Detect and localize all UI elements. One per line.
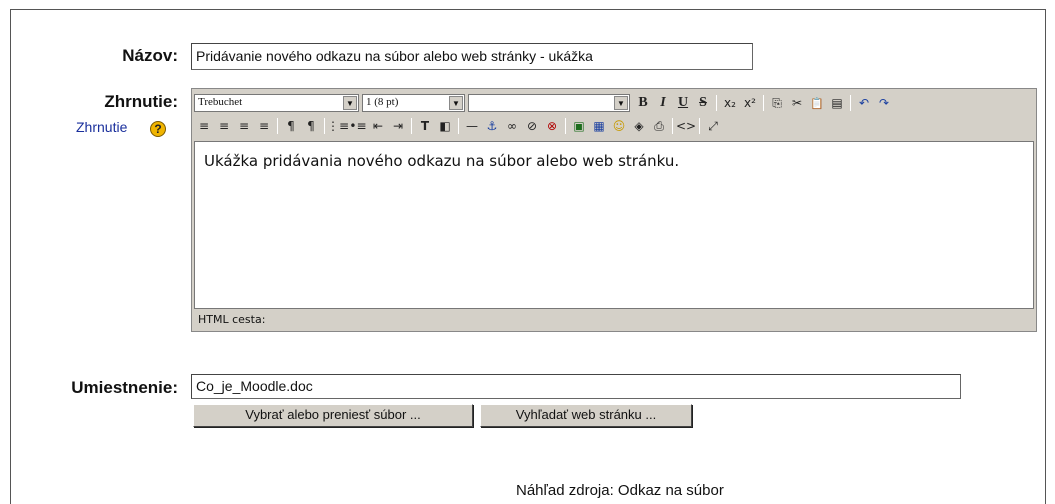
toolbar-separator <box>716 95 717 111</box>
align-left-icon[interactable]: ≡ <box>194 116 214 136</box>
nolink-icon[interactable]: ⊗ <box>542 116 562 136</box>
name-label: Názov: <box>122 46 178 65</box>
superscript-button[interactable]: x² <box>740 93 760 113</box>
paste-word-icon[interactable]: ▤ <box>827 93 847 113</box>
paste-icon[interactable]: 📋 <box>807 93 827 113</box>
smiley-icon[interactable]: ☺ <box>609 116 629 136</box>
toolbar-separator <box>699 118 700 134</box>
toolbar-separator <box>324 118 325 134</box>
html-path-bar: HTML cesta: <box>194 311 1034 329</box>
search-web-page-button[interactable]: Vyhľadať web stránku ... <box>480 404 692 427</box>
summary-help-link[interactable]: Zhrnutie <box>76 119 127 135</box>
location-label: Umiestnenie: <box>71 378 178 397</box>
toolbar-separator <box>458 118 459 134</box>
toolbar-separator <box>672 118 673 134</box>
search-replace-icon[interactable]: ⎙ <box>649 116 669 136</box>
editor-content-area[interactable]: Ukážka pridávania nového odkazu na súbor… <box>194 141 1034 309</box>
align-right-icon[interactable]: ≡ <box>234 116 254 136</box>
underline-button[interactable]: U <box>673 93 693 113</box>
undo-icon[interactable]: ↶ <box>854 93 874 113</box>
chevron-down-icon: ▼ <box>343 96 357 110</box>
horizontal-rule-icon[interactable]: — <box>462 116 482 136</box>
editor-toolbar-row-2: ≡ ≡ ≡ ≡ ¶ ¶ ⋮≡ •≡ ⇤ ⇥ T ◧ — ⚓ ∞ ⊘ ⊗ ▣ ▦ … <box>194 115 723 137</box>
align-center-icon[interactable]: ≡ <box>214 116 234 136</box>
outdent-icon[interactable]: ⇤ <box>368 116 388 136</box>
toolbar-separator <box>277 118 278 134</box>
text-color-icon[interactable]: T <box>415 116 435 136</box>
copy-icon[interactable]: ⎘ <box>767 93 787 113</box>
unlink-icon[interactable]: ⊘ <box>522 116 542 136</box>
link-icon[interactable]: ∞ <box>502 116 522 136</box>
summary-label: Zhrnutie: <box>104 92 178 111</box>
size-select-value: 1 (8 pt) <box>366 96 399 108</box>
format-select[interactable]: ▼ <box>468 94 630 112</box>
toolbar-separator <box>763 95 764 111</box>
indent-icon[interactable]: ⇥ <box>388 116 408 136</box>
subscript-button[interactable]: x₂ <box>720 93 740 113</box>
cut-icon[interactable]: ✂ <box>787 93 807 113</box>
strikethrough-button[interactable]: S <box>693 93 713 113</box>
font-select[interactable]: Trebuchet ▼ <box>194 94 359 112</box>
special-char-icon[interactable]: ◈ <box>629 116 649 136</box>
anchor-icon[interactable]: ⚓ <box>482 116 502 136</box>
fullscreen-icon[interactable]: ⤢ <box>703 116 723 136</box>
toolbar-separator <box>850 95 851 111</box>
resource-preview-text: Náhľad zdroja: Odkaz na súbor <box>516 482 724 499</box>
background-color-icon[interactable]: ◧ <box>435 116 455 136</box>
editor-toolbar-row-1: Trebuchet ▼ 1 (8 pt) ▼ ▼ B I U S x₂ x² ⎘… <box>194 92 894 114</box>
chevron-down-icon: ▼ <box>614 96 628 110</box>
toolbar-separator <box>411 118 412 134</box>
toolbar-separator <box>565 118 566 134</box>
ltr-icon[interactable]: ¶ <box>281 116 301 136</box>
html-source-icon[interactable]: <> <box>676 116 696 136</box>
editor-content-text: Ukážka pridávania nového odkazu na súbor… <box>204 152 680 170</box>
italic-button[interactable]: I <box>653 93 673 113</box>
image-icon[interactable]: ▣ <box>569 116 589 136</box>
name-input[interactable]: Pridávanie nového odkazu na súbor alebo … <box>191 43 753 70</box>
rtl-icon[interactable]: ¶ <box>301 116 321 136</box>
chevron-down-icon: ▼ <box>449 96 463 110</box>
font-select-value: Trebuchet <box>198 96 243 108</box>
choose-file-button[interactable]: Vybrať alebo preniesť súbor ... <box>193 404 473 427</box>
html-path-label: HTML cesta: <box>198 313 266 326</box>
ordered-list-icon[interactable]: ⋮≡ <box>327 116 349 136</box>
table-icon[interactable]: ▦ <box>589 116 609 136</box>
size-select[interactable]: 1 (8 pt) ▼ <box>362 94 465 112</box>
location-input[interactable]: Co_je_Moodle.doc <box>191 374 961 399</box>
bold-button[interactable]: B <box>633 93 653 113</box>
justify-icon[interactable]: ≡ <box>254 116 274 136</box>
help-icon[interactable]: ? <box>150 121 166 137</box>
unordered-list-icon[interactable]: •≡ <box>348 116 368 136</box>
html-editor: Trebuchet ▼ 1 (8 pt) ▼ ▼ B I U S x₂ x² ⎘… <box>191 88 1037 332</box>
redo-icon[interactable]: ↷ <box>874 93 894 113</box>
